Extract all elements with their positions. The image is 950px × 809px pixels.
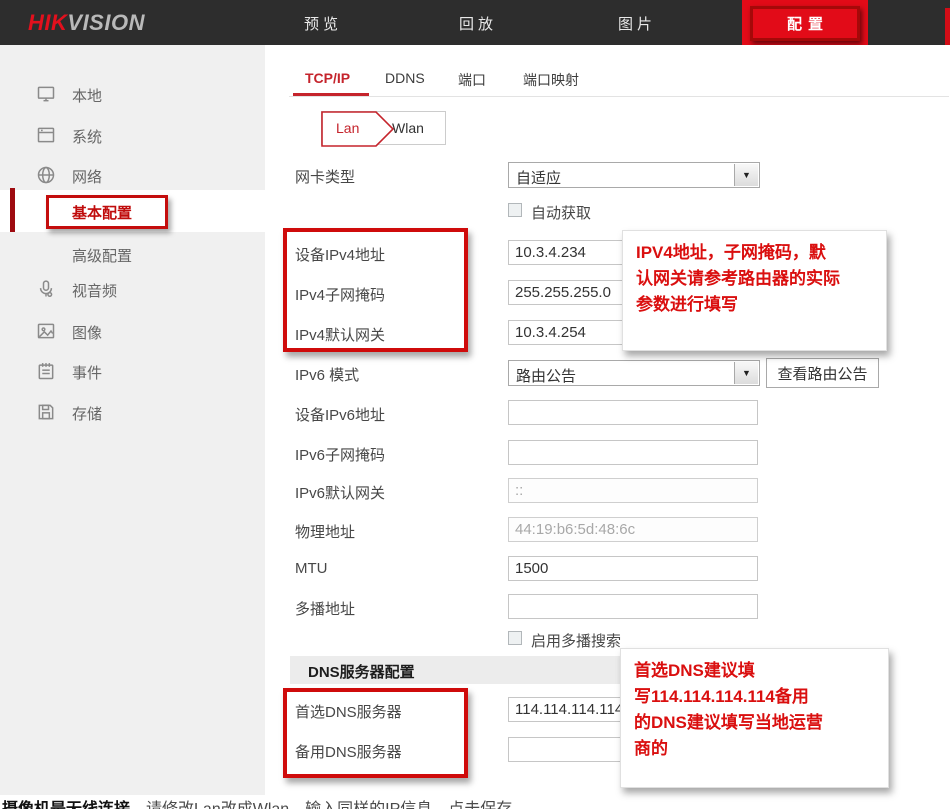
nic-type-select[interactable]: 自适应 ▼ [508, 162, 760, 188]
nav-config-active-bg: 配置 [742, 0, 868, 45]
dhcp-label: 自动获取 [531, 202, 591, 223]
multicast-discovery-label: 启用多播搜索 [531, 630, 621, 651]
sidebar-item-event[interactable]: 事件 [0, 359, 265, 389]
hikvision-logo: HIKVISION [28, 10, 145, 36]
chevron-down-icon[interactable]: ▼ [734, 164, 758, 186]
system-icon [36, 125, 56, 145]
sidebar-item-image[interactable]: 图像 [0, 319, 265, 349]
ipv6-mask-input[interactable] [508, 440, 758, 465]
ipv6-gateway-label: IPv6默认网关 [295, 482, 385, 503]
audio-video-icon [36, 279, 56, 299]
sidebar-item-label: 事件 [72, 362, 102, 383]
hikvision-config-page: HIKVISION 预览 回放 图片 配置 本地 系统 [0, 0, 950, 809]
ipv6-address-label: 设备IPv6地址 [295, 404, 385, 425]
callout-line: 写114.114.114.114备用 [634, 684, 875, 710]
sidebar-item-network[interactable]: 网络 [0, 163, 265, 193]
multicast-discovery-checkbox[interactable] [508, 631, 522, 645]
ipv6-gateway-input [508, 478, 758, 503]
annotation-callout-ipv4: IPV4地址，子网掩码，默 认网关请参考路由器的实际 参数进行填写 [622, 230, 887, 351]
subtab-lan[interactable]: Lan [336, 120, 359, 136]
sidebar-item-advanced-config[interactable]: 高级配置 [0, 242, 265, 272]
monitor-icon [36, 84, 56, 104]
sidebar-item-basic-config[interactable]: 基本配置 [72, 202, 132, 223]
mac-address-input [508, 517, 758, 542]
logo-vision: VISION [67, 10, 145, 35]
ipv6-mask-label: IPv6子网掩码 [295, 444, 385, 465]
tab-divider [289, 96, 949, 97]
annotation-box-ipv4-labels [283, 228, 468, 352]
sidebar-item-label: 图像 [72, 322, 102, 343]
sidebar-item-system[interactable]: 系统 [0, 123, 265, 153]
lan-wlan-tabstrip: Lan Wlan [321, 111, 446, 145]
chevron-down-icon[interactable]: ▼ [734, 362, 758, 384]
callout-line: 商的 [634, 736, 875, 762]
ipv6-mode-select[interactable]: 路由公告 ▼ [508, 360, 760, 386]
sidebar-item-label: 视音频 [72, 280, 117, 301]
callout-line: 参数进行填写 [636, 292, 873, 318]
callout-line: 首选DNS建议填 [634, 658, 875, 684]
nav-config[interactable]: 配置 [781, 13, 829, 34]
callout-line: 的DNS建议填写当地运营 [634, 710, 875, 736]
top-bar: HIKVISION 预览 回放 图片 配置 [0, 0, 950, 45]
mtu-label: MTU [295, 560, 328, 577]
active-tab-underline [293, 93, 369, 96]
view-router-advert-button[interactable]: 查看路由公告 [766, 358, 879, 388]
ipv6-address-input[interactable] [508, 400, 758, 425]
sidebar-item-label: 高级配置 [72, 245, 132, 266]
nav-playback[interactable]: 回放 [443, 13, 513, 34]
annotation-edge-fragment [945, 8, 950, 45]
sidebar-item-label: 系统 [72, 126, 102, 147]
tab-ddns[interactable]: DDNS [385, 70, 425, 86]
callout-line: IPV4地址，子网掩码，默 [636, 240, 873, 266]
sidebar-item-local[interactable]: 本地 [0, 82, 265, 112]
multicast-address-input[interactable] [508, 594, 758, 619]
tab-port[interactable]: 端口 [458, 70, 486, 90]
logo-hik: HIK [28, 10, 67, 35]
network-globe-icon [36, 165, 56, 185]
sidebar-item-audio-video[interactable]: 视音频 [0, 277, 265, 307]
event-icon [36, 361, 56, 381]
sidebar-item-storage[interactable]: 存储 [0, 400, 265, 430]
tab-tcpip[interactable]: TCP/IP [305, 70, 350, 86]
callout-line: 认网关请参考路由器的实际 [636, 266, 873, 292]
sidebar-active-accent-bar [10, 188, 15, 232]
multicast-address-label: 多播地址 [295, 598, 355, 619]
nic-type-label: 网卡类型 [295, 166, 355, 187]
annotation-box-config: 配置 [750, 6, 860, 41]
image-icon [36, 321, 56, 341]
ipv6-mode-label: IPv6 模式 [295, 364, 359, 385]
tab-port-mapping[interactable]: 端口映射 [523, 70, 579, 90]
nav-preview[interactable]: 预览 [288, 13, 358, 34]
nic-type-value: 自适应 [516, 167, 561, 188]
mtu-input[interactable] [508, 556, 758, 581]
footer-note-rest: ，请修改Lan改成Wlan，输入同样的IP信息，点击保存 [130, 801, 512, 809]
dhcp-checkbox[interactable] [508, 203, 522, 217]
sidebar-item-label: 存储 [72, 403, 102, 424]
sidebar: 本地 系统 网络 基本配置 高级配置 视音频 [0, 45, 265, 795]
footer-note-bold: 摄像机是无线连接 [2, 801, 130, 809]
sidebar-item-label: 本地 [72, 85, 102, 106]
dns-section-title: DNS服务器配置 [308, 661, 415, 682]
storage-floppy-icon [36, 402, 56, 422]
sidebar-item-label: 网络 [72, 166, 102, 187]
mac-address-label: 物理地址 [295, 521, 355, 542]
nav-picture[interactable]: 图片 [602, 13, 672, 34]
subtab-wlan[interactable]: Wlan [392, 120, 424, 136]
annotation-callout-dns: 首选DNS建议填 写114.114.114.114备用 的DNS建议填写当地运营… [620, 648, 889, 788]
ipv6-mode-value: 路由公告 [516, 365, 576, 386]
footer-note: 摄像机是无线连接，请修改Lan改成Wlan，输入同样的IP信息，点击保存 [2, 795, 512, 809]
annotation-box-dns-labels [283, 688, 468, 778]
